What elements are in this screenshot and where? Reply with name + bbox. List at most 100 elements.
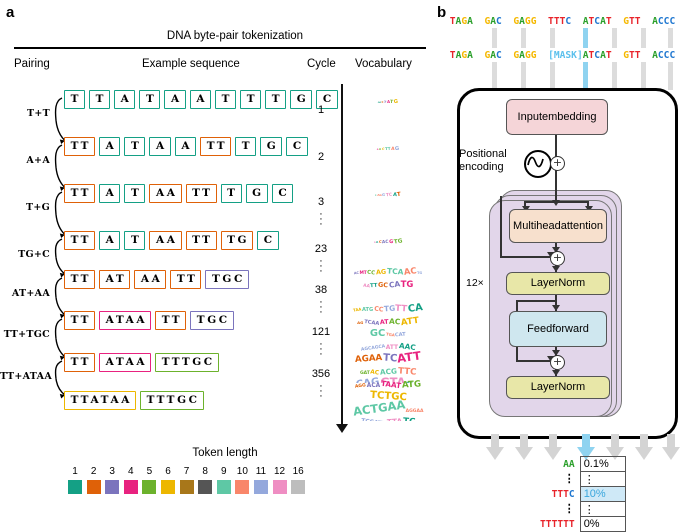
prediction-probability-table: AA 0.1% ⋮ ⋮ TTTC 10% ⋮ ⋮ TTTTTT 0%	[537, 456, 626, 532]
cycle-number: 1	[317, 104, 325, 116]
vocabulary-token: TG	[417, 271, 423, 276]
sequence-token: AA	[149, 230, 182, 250]
legend-color-swatch	[272, 480, 287, 494]
legend-item-label: 4	[128, 466, 134, 477]
sequence-token: TTTGC	[140, 390, 204, 410]
vocabulary-token: ACTGAA	[352, 397, 406, 419]
panel-a-horizontal-rule	[14, 47, 426, 50]
node-multihead-attention: Multihead attention	[509, 209, 607, 243]
legend-color-swatch	[160, 480, 175, 494]
vocabulary-word-cloud: ACMTCCAGTCAACTGAATTGCCATG	[352, 264, 424, 291]
legend-color-swatch	[253, 480, 268, 494]
vocabulary-word-cloud: GACACGTG	[352, 233, 424, 245]
panel-a: a DNA byte-pair tokenization Pairing Exa…	[0, 0, 430, 532]
sequence-token: T	[240, 89, 262, 109]
vocabulary-token: C	[381, 146, 385, 150]
vocabulary-token: TAA	[352, 306, 362, 313]
legend-item: 12	[272, 466, 287, 494]
connector-line	[516, 360, 550, 362]
legend-item: 7	[179, 466, 194, 494]
pairing-label: A+A	[26, 155, 50, 166]
token-pipe	[521, 62, 526, 90]
connector-line	[500, 256, 550, 258]
token-pipe-highlighted	[583, 62, 588, 90]
vocabulary-token: ATG	[401, 379, 421, 391]
cycle-ellipsis: · · ·	[319, 380, 323, 402]
sequence-token: A	[149, 136, 171, 156]
residual-add-icon-2: +	[550, 251, 565, 266]
sequence-token: ATAA	[99, 310, 152, 330]
cycle-number: 2	[317, 151, 325, 163]
sequence-row: TTATAATTTGC	[64, 182, 294, 204]
legend-color-swatch	[235, 480, 250, 494]
label-repeat-count: 12×	[466, 277, 484, 289]
vocabulary-token: TT	[384, 145, 391, 150]
vocabulary-token: TC	[385, 193, 393, 198]
cycle-ellipsis: · · ·	[319, 255, 323, 277]
sequence-token: TT	[64, 269, 96, 289]
input-dna-sequence: TAGA GAC GAGG TTTC ATCAT GTT ACCC	[449, 16, 676, 27]
legend-item-label: 7	[183, 466, 190, 477]
token-pipe	[521, 28, 526, 48]
token-pipe	[668, 62, 673, 90]
label-positional-encoding: Positional encoding	[459, 148, 507, 173]
pairing-label: AT+AA	[11, 288, 50, 299]
residual-add-icon-1: +	[550, 156, 565, 171]
sequence-token: T	[265, 89, 287, 109]
legend-item: 9	[216, 466, 231, 494]
sequence-row: TTATAATTTGC	[64, 135, 308, 157]
residual-add-icon-3: +	[550, 355, 565, 370]
connector-line	[555, 169, 557, 202]
node-layernorm-2: LayerNorm	[506, 376, 610, 399]
cycle-number: 38	[314, 284, 328, 296]
vocabulary-token: AGAA	[354, 353, 383, 366]
vocabulary-token: ATG	[361, 307, 374, 314]
sequence-token: TGC	[205, 269, 249, 289]
column-header-pairing: Pairing	[14, 58, 50, 70]
vocabulary-token: G	[389, 239, 394, 245]
vocabulary-token: TAAT	[380, 378, 402, 391]
vocabulary-token: AC	[381, 240, 389, 245]
vocabulary-token: G	[394, 145, 400, 150]
legend-item: 16	[291, 466, 306, 494]
legend-color-swatch	[216, 480, 231, 494]
vocabulary-token: A	[378, 147, 382, 150]
prediction-row: AA 0.1%	[537, 456, 626, 472]
connector-line	[555, 133, 557, 157]
panel-a-title: DNA byte-pair tokenization	[166, 30, 304, 42]
legend-color-swatch	[105, 480, 120, 494]
cycle-ellipsis: · · ·	[319, 296, 323, 318]
sequence-token: TT	[200, 136, 232, 156]
vocabulary-token: AGG	[354, 383, 367, 390]
token-pipe	[612, 28, 617, 48]
cycle-number: 3	[317, 196, 325, 208]
vocabulary-token: CC	[367, 269, 376, 277]
sequence-token: T	[89, 89, 111, 109]
column-header-vocabulary: Vocabulary	[355, 58, 412, 70]
prediction-probability: 0%	[579, 516, 626, 532]
sine-wave-icon	[524, 150, 552, 178]
legend-item-label: 10	[236, 466, 248, 477]
sequence-token: TT	[170, 269, 202, 289]
token-pipe	[550, 62, 555, 90]
legend-item: 10	[235, 466, 250, 494]
vocabulary-token: TC	[382, 352, 398, 365]
sequence-token: A	[99, 230, 121, 250]
legend-item-label: 9	[220, 466, 227, 477]
sequence-row: TTATAATTTGC	[64, 229, 279, 251]
prediction-row: ⋮ ⋮	[537, 501, 626, 517]
token-length-legend: 1 2 3 4 5 6 7 8 9 10 11 12 16	[68, 466, 306, 494]
sequence-token: TG	[220, 230, 254, 250]
sequence-token: AT	[99, 269, 131, 289]
vocabulary-token: GC	[369, 328, 386, 337]
masked-dna-sequence: TAGA GAC GAGG [MASK]ATCAT GTT ACCC	[449, 50, 676, 61]
sequence-token: TT	[64, 183, 96, 203]
legend-item-label: 1	[72, 466, 78, 477]
prediction-probability: ⋮	[579, 501, 626, 517]
connector-line	[500, 196, 502, 258]
vocabulary-word-cloud: TAAATGCCTGTTCA AGTCAAATACATT GCTGACAT	[352, 301, 424, 336]
legend-color-swatch	[123, 480, 138, 494]
cycle-number: 23	[314, 243, 328, 255]
vocabulary-word-cloud: GACTATG	[352, 93, 424, 103]
legend-color-swatch	[198, 480, 213, 494]
